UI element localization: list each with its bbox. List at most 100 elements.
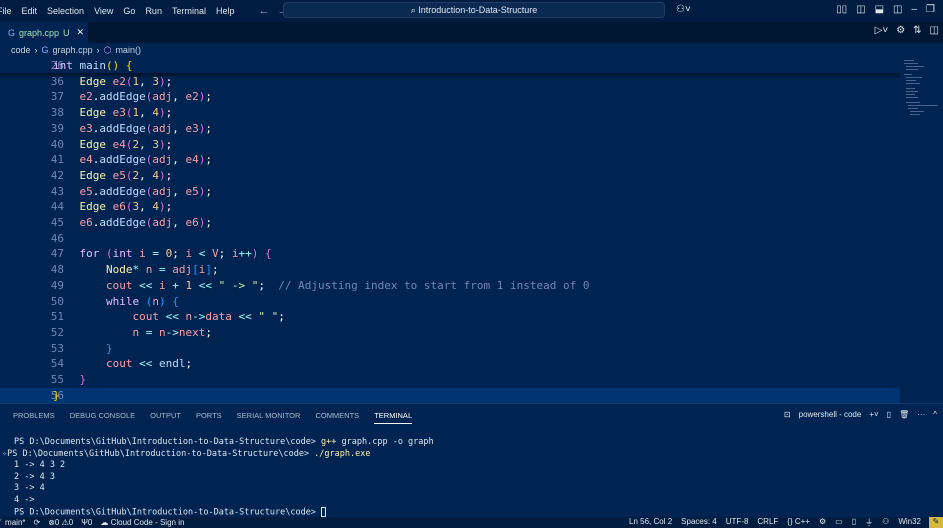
panel-tab-output[interactable]: OUTPUT	[150, 411, 181, 424]
copilot-icon[interactable]: ⚇˅	[676, 4, 691, 15]
problems-item[interactable]: ⊗0 ⚠0	[48, 518, 73, 527]
run-debug-icon[interactable]: ▷˅	[875, 25, 889, 36]
code-token: ;	[205, 184, 212, 198]
code-token: ;	[205, 90, 212, 104]
terminal[interactable]: PS D:\Documents\GitHub\Introduction-to-D…	[2, 437, 434, 518]
menu-file[interactable]: File	[0, 6, 12, 16]
code-line[interactable]: 52 n = n->next;	[0, 325, 900, 341]
split-editor-icon[interactable]: ◫	[930, 25, 939, 36]
menu-run[interactable]: Run	[145, 6, 162, 16]
panel-tab-terminal[interactable]: TERMINAL	[374, 411, 413, 424]
code-line[interactable]: 48 Node* n = adj[i];	[0, 262, 900, 278]
code-token: adj	[152, 184, 173, 198]
panel-tab-ports[interactable]: PORTS	[196, 411, 222, 424]
breadcrumb-folder[interactable]: code	[11, 45, 31, 55]
code-line[interactable]: 54 cout << endl;	[0, 356, 900, 372]
encoding[interactable]: UTF-8	[726, 517, 749, 528]
toggle-panel-icon[interactable]: ⬓	[875, 4, 884, 15]
code-editor[interactable]: 36 Edge e2(1, 3); 37 e2.addEdge(adj, e2);…	[0, 58, 900, 404]
code-text: Edge e3(1, 4);	[53, 105, 173, 121]
code-line[interactable]: 51 cout << n->data << " ";	[0, 309, 900, 325]
code-token: =	[145, 247, 166, 261]
sticky-scroll-line[interactable]: 26 int main() {	[0, 58, 900, 74]
code-line[interactable]: 43 e5.addEdge(adj, e5);	[0, 184, 900, 200]
line-ending[interactable]: CRLF	[757, 517, 778, 528]
gear-icon[interactable]: ⚙	[896, 25, 905, 36]
code-line[interactable]: 55 }	[0, 372, 900, 388]
code-line[interactable]: 49 cout << i + 1 << " -> "; // Adjusting…	[0, 278, 900, 294]
code-line[interactable]: 46	[0, 231, 900, 247]
code-token: Node	[105, 263, 133, 277]
monitor-icon[interactable]: ▭	[835, 517, 843, 528]
menu-view[interactable]: View	[94, 6, 113, 16]
code-line[interactable]: 37 e2.addEdge(adj, e2);	[0, 89, 900, 105]
panel-tab-debug-console[interactable]: DEBUG CONSOLE	[70, 411, 135, 424]
indentation[interactable]: Spaces: 4	[681, 517, 717, 528]
toggle-secondary-sidebar-icon[interactable]: ◫	[893, 4, 902, 15]
branch-item[interactable]: ᚴ main*	[0, 518, 26, 527]
close-icon[interactable]: ✕	[77, 27, 85, 38]
code-token: data	[205, 310, 232, 324]
maximize-panel-icon[interactable]: ^	[933, 410, 937, 419]
ports-item[interactable]: Ψ0	[81, 518, 92, 527]
compare-changes-icon[interactable]: ⇅	[913, 25, 921, 36]
plug-icon[interactable]: ⏚	[865, 517, 873, 528]
code-token: <<	[192, 278, 219, 292]
menu-selection[interactable]: Selection	[47, 6, 84, 16]
code-token: ()	[106, 59, 120, 72]
code-text: e3.addEdge(adj, e3);	[53, 121, 212, 137]
breadcrumb-file[interactable]: graph.cpp	[53, 45, 93, 55]
more-actions-icon[interactable]: ···	[917, 410, 925, 419]
code-line[interactable]: 50 while (n) {	[0, 294, 900, 310]
code-text: Edge e4(2, 3);	[53, 137, 173, 153]
menu-terminal[interactable]: Terminal	[172, 6, 206, 16]
cursor-position[interactable]: Ln 56, Col 2	[629, 517, 672, 528]
tab-graph-cpp[interactable]: G graph.cpp U ✕	[0, 22, 88, 43]
code-text: Node* n = adj[i];	[53, 262, 219, 278]
panel-tab-comments[interactable]: COMMENTS	[315, 411, 359, 424]
panel-tab-problems[interactable]: PROBLEMS	[13, 411, 55, 424]
split-terminal-icon[interactable]: ▯	[887, 410, 891, 419]
code-line[interactable]: 47 for (int i = 0; i < V; i++) {	[0, 246, 900, 262]
extension-icon[interactable]: ⚙	[819, 517, 826, 528]
code-line[interactable]: 56}	[0, 387, 900, 404]
customize-layout-icon[interactable]: ▯▯	[836, 4, 847, 15]
code-line[interactable]: 38 Edge e3(1, 4);	[0, 105, 900, 121]
minimap[interactable]	[900, 58, 943, 403]
code-line[interactable]: 42 Edge e5(2, 4);	[0, 168, 900, 184]
notifications-icon[interactable]: ✎	[929, 517, 943, 528]
command-center-search[interactable]: ⌕ Introduction-to-Data-Structure	[283, 2, 665, 18]
menu-go[interactable]: Go	[123, 6, 135, 16]
code-line[interactable]: 53 }	[0, 341, 900, 357]
toggle-sidebar-icon[interactable]: ◫	[856, 4, 865, 15]
cloud-code-item[interactable]: ☁ Cloud Code - Sign in	[100, 518, 184, 527]
device-icon[interactable]: ▯	[852, 517, 856, 528]
trash-icon[interactable]: 🗑	[899, 410, 909, 419]
copilot-icon[interactable]: ⚇	[882, 517, 889, 528]
breadcrumb-symbol[interactable]: main()	[115, 45, 141, 55]
code-line[interactable]: 44 Edge e6(3, 4);	[0, 199, 900, 215]
new-terminal-icon[interactable]: +˅	[869, 410, 878, 419]
terminal-instance-label[interactable]: powershell - code	[799, 410, 862, 419]
code-line[interactable]: 39 e3.addEdge(adj, e3);	[0, 121, 900, 137]
code-token: e3	[185, 121, 199, 135]
code-text: e5.addEdge(adj, e5);	[53, 184, 212, 200]
sync-icon[interactable]: ⟳	[34, 518, 41, 527]
panel-tab-serial-monitor[interactable]: SERIAL MONITOR	[237, 411, 301, 424]
code-line[interactable]: 40 Edge e4(2, 3);	[0, 137, 900, 153]
menu-help[interactable]: Help	[216, 6, 235, 16]
code-line[interactable]: 45 e6.addEdge(adj, e6);	[0, 215, 900, 231]
code-text: Edge e2(1, 3);	[53, 74, 173, 90]
language-mode[interactable]: {} C++	[787, 517, 810, 528]
platform[interactable]: Win32	[898, 517, 921, 528]
code-line[interactable]: 41 e4.addEdge(adj, e4);	[0, 152, 900, 168]
tab-label: graph.cpp	[19, 27, 60, 38]
restore-icon[interactable]: ❐	[926, 4, 935, 15]
braces-icon: {}	[787, 517, 793, 526]
terminal-line: PS D:\Documents\GitHub\Introduction-to-D…	[14, 437, 434, 449]
minimize-icon[interactable]: –	[911, 4, 917, 15]
menu-edit[interactable]: Edit	[22, 6, 38, 16]
code-line[interactable]: 36 Edge e2(1, 3);	[0, 74, 900, 90]
